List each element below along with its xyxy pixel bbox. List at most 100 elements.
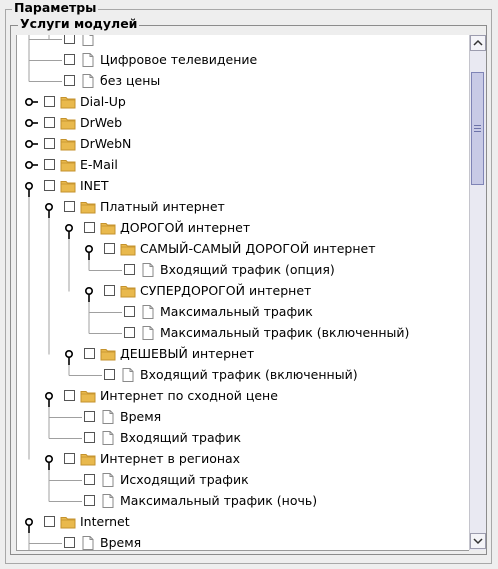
file-icon [80, 35, 96, 47]
node-checkbox[interactable] [64, 390, 75, 401]
tree-leaf-node[interactable]: Время [17, 533, 457, 550]
node-checkbox[interactable] [124, 306, 135, 317]
scroll-down-button[interactable] [470, 533, 486, 549]
folder-icon [60, 157, 76, 173]
node-label: Входящий трафик (включенный) [140, 367, 358, 382]
folder-icon [60, 136, 76, 152]
collapse-handle-icon[interactable] [24, 138, 38, 156]
tree-leaf-node[interactable]: без цены [17, 71, 457, 92]
node-checkbox[interactable] [44, 159, 55, 170]
expand-handle-icon[interactable] [44, 201, 54, 219]
tree-leaf-node[interactable]: Входящий трафик (включенный) [17, 365, 457, 386]
node-checkbox[interactable] [84, 474, 95, 485]
tree-leaf-node[interactable]: Цифровое телевидение [17, 50, 457, 71]
folder-icon [80, 451, 96, 467]
node-checkbox[interactable] [44, 117, 55, 128]
node-label: Интернет в регионах [100, 451, 241, 466]
scroll-thumb[interactable] [471, 72, 484, 185]
file-icon [80, 73, 96, 89]
tree-leaf-node[interactable]: Исходящий трафик [17, 470, 457, 491]
node-checkbox[interactable] [104, 243, 115, 254]
node-checkbox[interactable] [104, 369, 115, 380]
file-icon [100, 409, 116, 425]
tree-leaf-node[interactable]: Время [17, 407, 457, 428]
folder-icon [60, 115, 76, 131]
expand-handle-icon[interactable] [64, 348, 74, 366]
node-checkbox[interactable] [44, 180, 55, 191]
node-checkbox[interactable] [124, 264, 135, 275]
node-label: Исходящий трафик [120, 472, 249, 487]
node-checkbox[interactable] [64, 35, 75, 44]
tree-leaf-node[interactable] [17, 35, 457, 50]
services-tree[interactable]: Цифровое телевидение без цены Dial-Up DrWeb… [16, 35, 469, 551]
file-icon [140, 325, 156, 341]
collapse-handle-icon[interactable] [24, 117, 38, 135]
scroll-up-button[interactable] [470, 35, 486, 51]
node-label: Входящий трафик (опция) [160, 262, 335, 277]
node-checkbox[interactable] [124, 327, 135, 338]
node-label: DrWeb [80, 115, 123, 130]
collapse-handle-icon[interactable] [24, 159, 38, 177]
arrow-down-icon [473, 538, 483, 545]
node-checkbox[interactable] [64, 75, 75, 86]
folder-icon [60, 514, 76, 530]
node-label: Dial-Up [80, 94, 126, 109]
node-label: САМЫЙ-САМЫЙ ДОРОГОЙ интернет [140, 241, 376, 256]
node-label: Максимальный трафик (включенный) [160, 325, 410, 340]
expand-handle-icon[interactable] [44, 390, 54, 408]
node-label: Интернет по сходной цене [100, 388, 278, 403]
node-checkbox[interactable] [44, 96, 55, 107]
node-checkbox[interactable] [84, 495, 95, 506]
expand-handle-icon[interactable] [64, 222, 74, 240]
node-checkbox[interactable] [64, 453, 75, 464]
node-checkbox[interactable] [84, 432, 95, 443]
expand-handle-icon[interactable] [84, 285, 94, 303]
tree-folder-node[interactable]: Dial-Up [17, 92, 457, 113]
collapse-handle-icon[interactable] [24, 96, 38, 114]
tree-folder-node[interactable]: Платный интернет [17, 197, 457, 218]
tree-leaf-node[interactable]: Входящий трафик (опция) [17, 260, 457, 281]
expand-handle-icon[interactable] [24, 516, 34, 534]
expand-handle-icon[interactable] [44, 453, 54, 471]
node-checkbox[interactable] [84, 411, 95, 422]
node-label: Время [100, 535, 142, 550]
scroll-grip [474, 131, 481, 134]
node-checkbox[interactable] [64, 537, 75, 548]
vertical-scrollbar[interactable] [469, 35, 486, 550]
file-icon [120, 367, 136, 383]
node-checkbox[interactable] [64, 54, 75, 65]
node-label: Internet [80, 514, 130, 529]
tree-folder-node[interactable]: DrWebN [17, 134, 457, 155]
tree-leaf-node[interactable]: Максимальный трафик (ночь) [17, 491, 457, 512]
tree-leaf-node[interactable]: Максимальный трафик [17, 302, 457, 323]
tree-folder-node[interactable]: САМЫЙ-САМЫЙ ДОРОГОЙ интернет [17, 239, 457, 260]
tree-leaf-node[interactable]: Максимальный трафик (включенный) [17, 323, 457, 344]
node-checkbox[interactable] [84, 348, 95, 359]
folder-icon [120, 283, 136, 299]
expand-handle-icon[interactable] [84, 243, 94, 261]
file-icon [100, 472, 116, 488]
node-label: Максимальный трафик (ночь) [120, 493, 318, 508]
tree-folder-node[interactable]: Интернет в регионах [17, 449, 457, 470]
folder-icon [60, 178, 76, 194]
tree-folder-node[interactable]: СУПЕРДОРОГОЙ интернет [17, 281, 457, 302]
node-checkbox[interactable] [104, 285, 115, 296]
expand-handle-icon[interactable] [24, 180, 34, 198]
tree-folder-node[interactable]: Internet [17, 512, 457, 533]
file-icon [140, 304, 156, 320]
tree-folder-node[interactable]: DrWeb [17, 113, 457, 134]
tree-folder-node[interactable]: INET [17, 176, 457, 197]
tree-leaf-node[interactable]: Входящий трафик [17, 428, 457, 449]
node-checkbox[interactable] [44, 516, 55, 527]
node-checkbox[interactable] [44, 138, 55, 149]
node-checkbox[interactable] [64, 201, 75, 212]
tree-folder-node[interactable]: ДЕШЕВЫЙ интернет [17, 344, 457, 365]
file-icon [100, 493, 116, 509]
folder-icon [60, 94, 76, 110]
tree-folder-node[interactable]: E-Mail [17, 155, 457, 176]
file-icon [100, 430, 116, 446]
node-label: DrWebN [80, 136, 132, 151]
node-checkbox[interactable] [84, 222, 95, 233]
tree-folder-node[interactable]: Интернет по сходной цене [17, 386, 457, 407]
tree-folder-node[interactable]: ДОРОГОЙ интернет [17, 218, 457, 239]
